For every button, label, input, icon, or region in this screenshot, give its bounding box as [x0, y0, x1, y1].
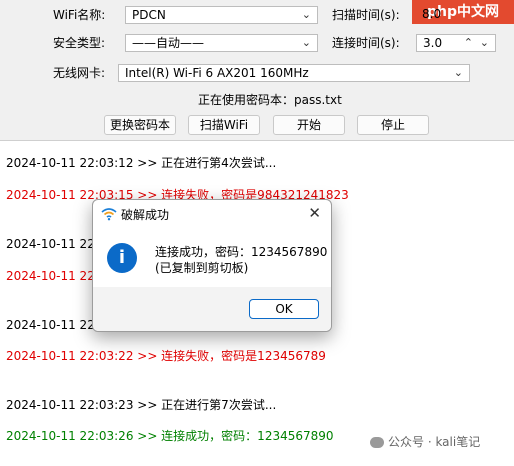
dialog-message: 连接成功，密码：1234567890 (已复制到剪切板) [155, 244, 327, 276]
watermark-label: 公众号 · kali笔记 [388, 435, 481, 449]
scan-time-label: 扫描时间(s): [332, 8, 400, 22]
wifi-name-select[interactable]: PDCN ⌄ [125, 6, 318, 24]
dialog-title: 破解成功 [121, 208, 170, 222]
wireless-card-label: 无线网卡: [53, 66, 106, 80]
log-line: 2024-10-11 22:03:22 >> 连接失败，密码是123456789 [6, 349, 326, 363]
log-line: 2024-10-11 22:03:26 >> 连接成功，密码：123456789… [6, 429, 334, 443]
chevron-down-icon: ⌄ [301, 8, 311, 21]
chevron-down-icon[interactable]: ⌄ [480, 35, 489, 51]
chevron-down-icon: ⌄ [453, 66, 463, 79]
security-type-value: ——自动—— [132, 36, 205, 50]
connect-time-label: 连接时间(s): [332, 36, 400, 50]
watermark-text: 公众号 · kali笔记 [370, 433, 480, 450]
success-dialog: 破解成功 ✕ i 连接成功，密码：1234567890 (已复制到剪切板) OK [92, 199, 332, 332]
scan-time-field[interactable]: 8.0 [416, 6, 441, 24]
close-icon[interactable]: ✕ [308, 204, 321, 222]
log-line: 2024-10-11 22: [6, 318, 99, 332]
change-dictionary-button[interactable]: 更换密码本 [104, 115, 176, 135]
wifi-name-label: WiFi名称: [53, 8, 106, 22]
wechat-icon [370, 437, 384, 448]
connect-time-value: 3.0 [423, 36, 443, 50]
security-type-select[interactable]: ——自动—— ⌄ [125, 34, 318, 52]
wifi-name-value: PDCN [132, 8, 166, 22]
log-line: 2024-10-11 22:03:23 >> 正在进行第7次尝试... [6, 398, 277, 412]
stop-button[interactable]: 停止 [357, 115, 429, 135]
security-type-label: 安全类型: [53, 36, 106, 50]
scan-wifi-button[interactable]: 扫描WiFi [188, 115, 260, 135]
current-dictionary-text: 正在使用密码本：pass.txt [198, 93, 342, 107]
wifi-icon [101, 207, 117, 221]
ok-button[interactable]: OK [249, 299, 319, 319]
scan-time-value: 8.0 [422, 7, 442, 21]
wireless-card-select[interactable]: Intel(R) Wi-Fi 6 AX201 160MHz ⌄ [118, 64, 470, 82]
connect-time-spinner[interactable]: 3.0 ⌃ ⌄ [416, 34, 496, 52]
dialog-footer: OK [93, 287, 331, 331]
wireless-card-value: Intel(R) Wi-Fi 6 AX201 160MHz [125, 66, 309, 80]
chevron-up-icon[interactable]: ⌃ [464, 35, 473, 51]
log-line: 2024-10-11 22:03:12 >> 正在进行第4次尝试... [6, 156, 277, 170]
dialog-message-line1: 连接成功，密码：1234567890 [155, 245, 328, 259]
chevron-down-icon: ⌄ [301, 36, 311, 49]
dialog-message-line2: (已复制到剪切板) [155, 261, 249, 275]
start-button[interactable]: 开始 [273, 115, 345, 135]
info-icon: i [107, 243, 137, 273]
